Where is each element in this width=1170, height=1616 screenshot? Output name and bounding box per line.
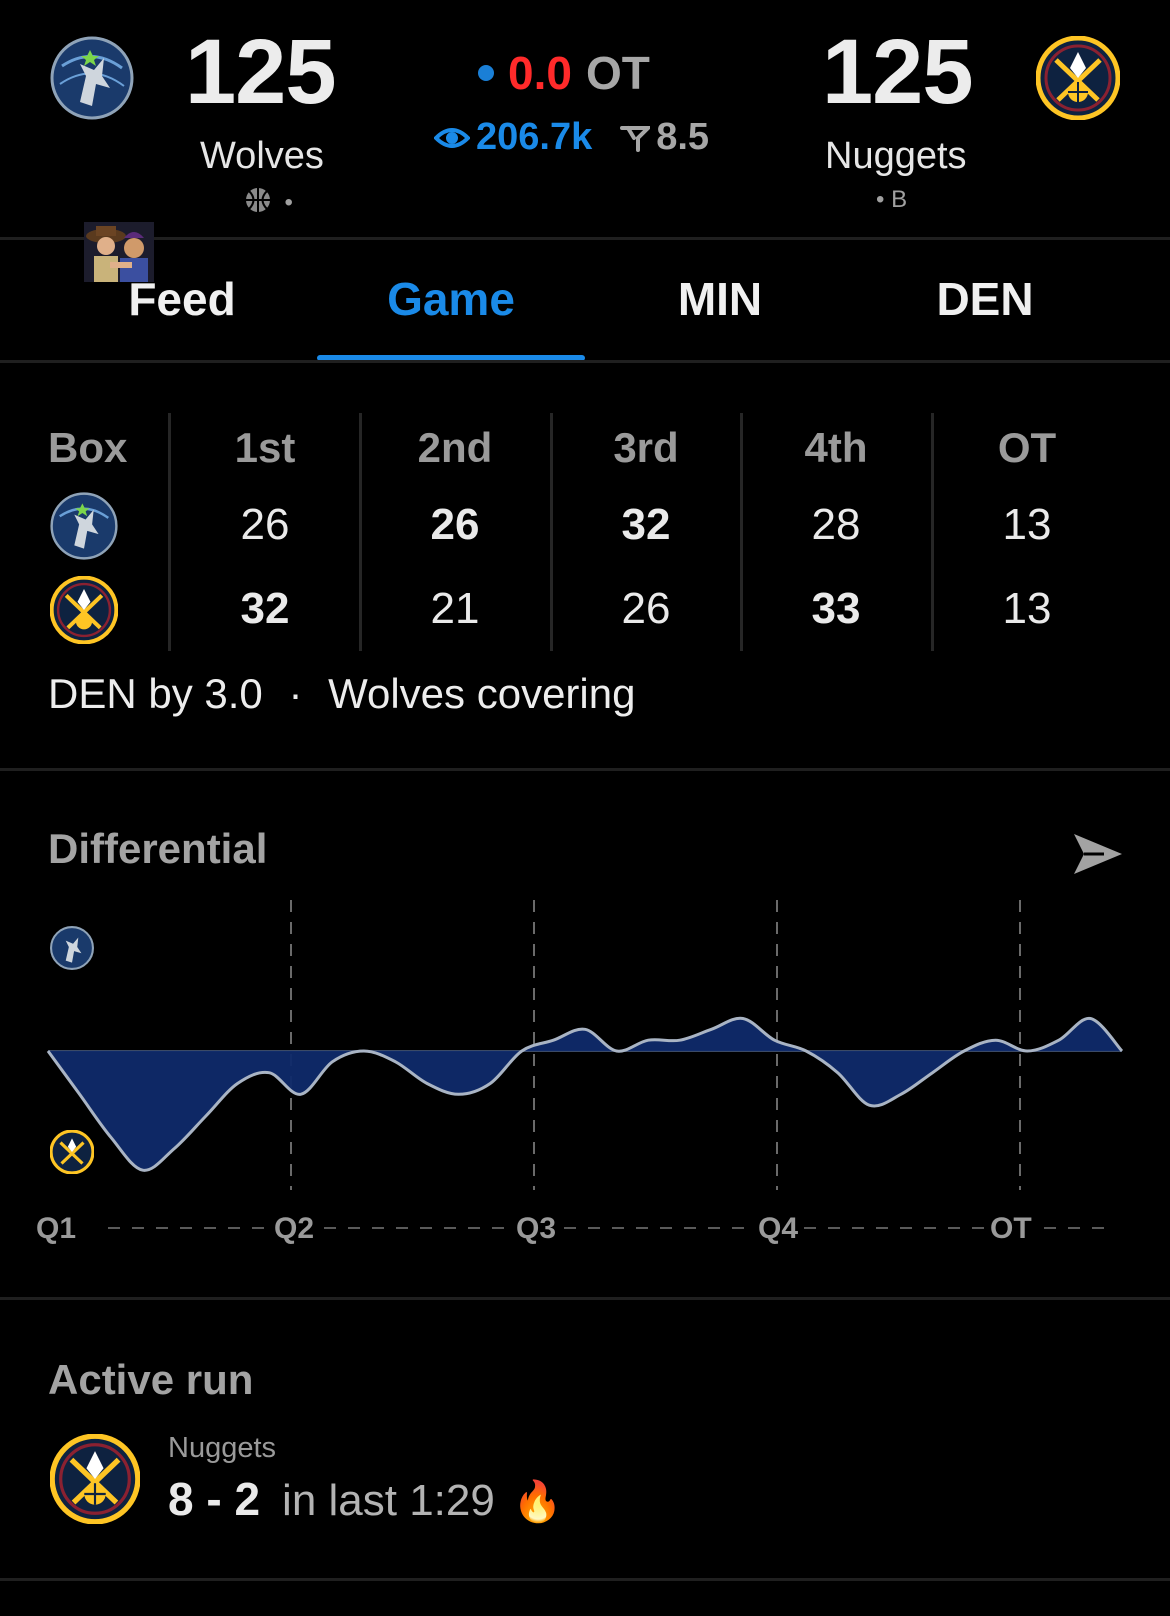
- box-header-2nd: 2nd: [417, 424, 493, 471]
- min-ot: 13: [1002, 500, 1052, 549]
- den-q1: 32: [240, 584, 290, 633]
- nuggets-logo: [49, 575, 119, 645]
- spread-summary-right: Wolves covering: [328, 670, 636, 717]
- tab-feed[interactable]: Feed: [112, 272, 252, 326]
- spread-icon: [620, 124, 651, 152]
- box-header-ot: OT: [997, 424, 1057, 471]
- min-q3: 32: [621, 500, 671, 549]
- home-team-name: Wolves: [200, 135, 324, 177]
- active-run-team: Nuggets: [168, 1432, 277, 1464]
- axis-label-ot: OT: [984, 1212, 1038, 1246]
- bottom-divider: [0, 1578, 1170, 1581]
- box-header-box: Box: [48, 424, 128, 471]
- axis-label-q4: Q4: [752, 1212, 805, 1246]
- spread-summary-left: DEN by 3.0: [48, 670, 263, 717]
- game-period: OT: [585, 47, 650, 99]
- share-icon[interactable]: [1070, 830, 1124, 883]
- den-q4: 33: [811, 584, 861, 633]
- active-run-score: 8 - 2: [168, 1473, 261, 1525]
- den-ot: 13: [1002, 584, 1052, 633]
- game-clock: 0.0: [508, 47, 572, 99]
- tab-min[interactable]: MIN: [655, 272, 785, 326]
- active-run-title: Active run: [48, 1356, 254, 1403]
- away-score: 125: [822, 21, 973, 123]
- active-run-detail: 8 - 2 in last 1:29 🔥: [168, 1472, 563, 1526]
- home-indicator-dot: •: [284, 188, 293, 216]
- box-header-3rd: 3rd: [613, 424, 679, 471]
- live-dot: [478, 65, 494, 81]
- viewer-count: 206.7k: [476, 116, 593, 158]
- box-header-1st: 1st: [234, 424, 296, 471]
- eye-icon: [434, 124, 470, 152]
- tab-den[interactable]: DEN: [920, 272, 1050, 326]
- min-q2: 26: [430, 500, 480, 549]
- box-header-4th: 4th: [804, 424, 868, 471]
- spread-value: 8.5: [656, 116, 710, 158]
- min-q1: 26: [240, 500, 290, 549]
- differential-chart: [46, 900, 1124, 1229]
- differential-title: Differential: [48, 825, 268, 872]
- basketball-icon: [244, 186, 272, 219]
- differential-area: [48, 1018, 1122, 1171]
- summary-separator: ·: [288, 670, 303, 717]
- header-divider: [0, 237, 1170, 240]
- chart-divider: [0, 1297, 1170, 1300]
- wolves-logo: [50, 36, 134, 120]
- game-clock-row: 0.0 OT: [478, 46, 650, 100]
- away-team-name: Nuggets: [825, 135, 967, 177]
- wolves-logo: [50, 492, 118, 560]
- home-indicators: •: [244, 186, 293, 219]
- axis-label-q3: Q3: [510, 1212, 563, 1246]
- nuggets-logo: [1035, 35, 1121, 121]
- axis-label-q1: Q1: [36, 1212, 83, 1246]
- home-score: 125: [185, 21, 336, 123]
- away-indicators: • B: [876, 186, 908, 213]
- spread-summary: DEN by 3.0 · Wolves covering: [48, 670, 635, 718]
- box-divider-bottom: [0, 768, 1170, 771]
- active-run-period: in last 1:29: [282, 1476, 495, 1525]
- min-q4: 28: [811, 500, 861, 549]
- den-q3: 26: [621, 584, 671, 633]
- fire-icon: 🔥: [512, 1480, 563, 1524]
- axis-label-q2: Q2: [268, 1212, 321, 1246]
- tabs-divider: [0, 360, 1170, 363]
- nuggets-logo: [49, 1433, 141, 1525]
- viewers-row[interactable]: 206.7k 8.5: [434, 116, 709, 159]
- tab-game[interactable]: Game: [317, 272, 585, 326]
- den-q2: 21: [430, 584, 480, 633]
